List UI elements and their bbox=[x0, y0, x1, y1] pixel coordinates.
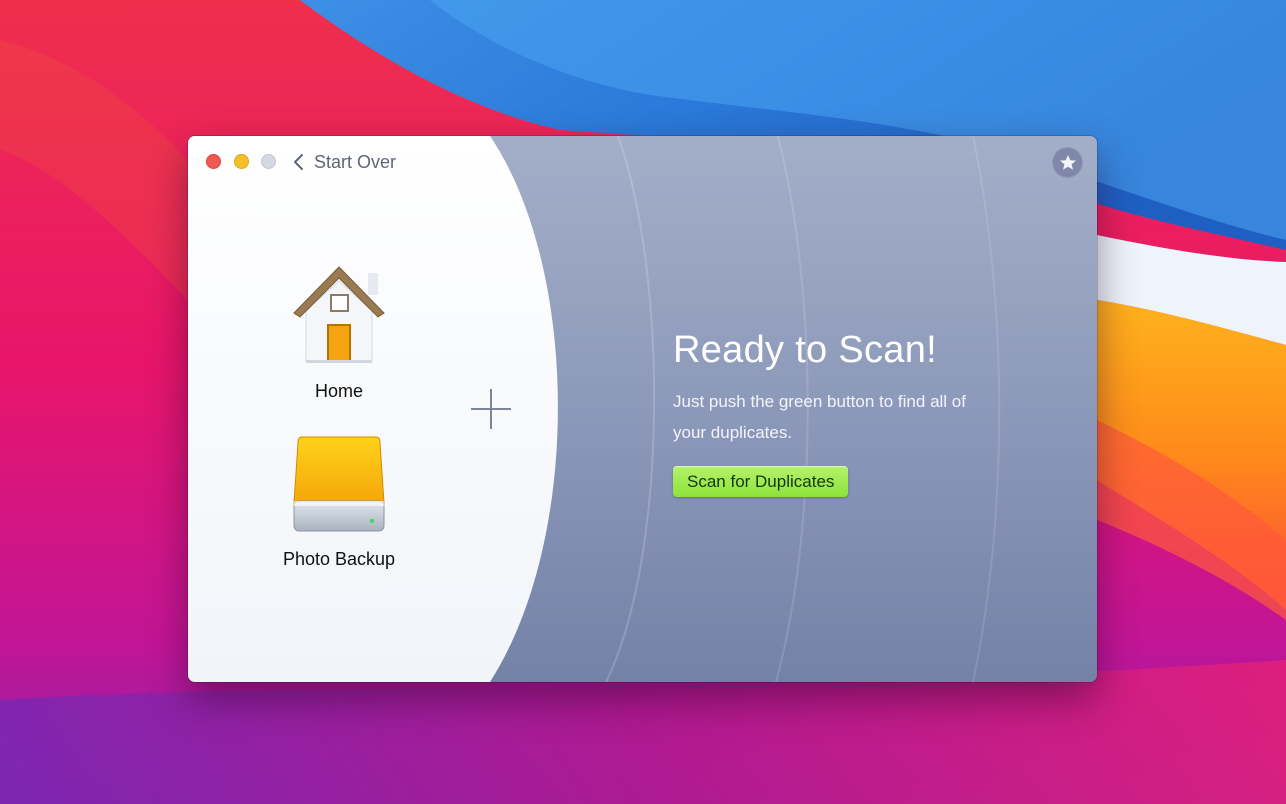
minimize-button[interactable] bbox=[234, 154, 249, 169]
close-button[interactable] bbox=[206, 154, 221, 169]
external-drive-icon bbox=[293, 436, 385, 532]
start-over-button[interactable]: Start Over bbox=[292, 150, 396, 174]
star-icon bbox=[1059, 154, 1076, 170]
chevron-left-icon bbox=[294, 154, 303, 170]
home-folder-icon bbox=[293, 266, 385, 363]
ready-panel: Ready to Scan! Just push the green butto… bbox=[673, 326, 1053, 448]
add-source-button[interactable] bbox=[469, 387, 513, 431]
source-item-photo-backup[interactable]: Photo Backup bbox=[259, 429, 419, 570]
app-window: Start Over Home Photo Backup Ready to Sc… bbox=[188, 136, 1097, 682]
start-over-label: Start Over bbox=[314, 151, 397, 172]
source-label-photo-backup: Photo Backup bbox=[282, 549, 396, 569]
source-item-home[interactable]: Home bbox=[259, 261, 419, 402]
source-label-home: Home bbox=[314, 381, 363, 401]
scan-for-duplicates-button[interactable]: Scan for Duplicates bbox=[673, 466, 849, 497]
ready-heading: Ready to Scan! bbox=[673, 329, 938, 371]
ready-subtext: Just push the green button to find all o… bbox=[673, 392, 966, 442]
favorites-button[interactable] bbox=[1052, 147, 1083, 178]
zoom-button[interactable] bbox=[261, 154, 276, 169]
plus-icon bbox=[471, 389, 511, 429]
